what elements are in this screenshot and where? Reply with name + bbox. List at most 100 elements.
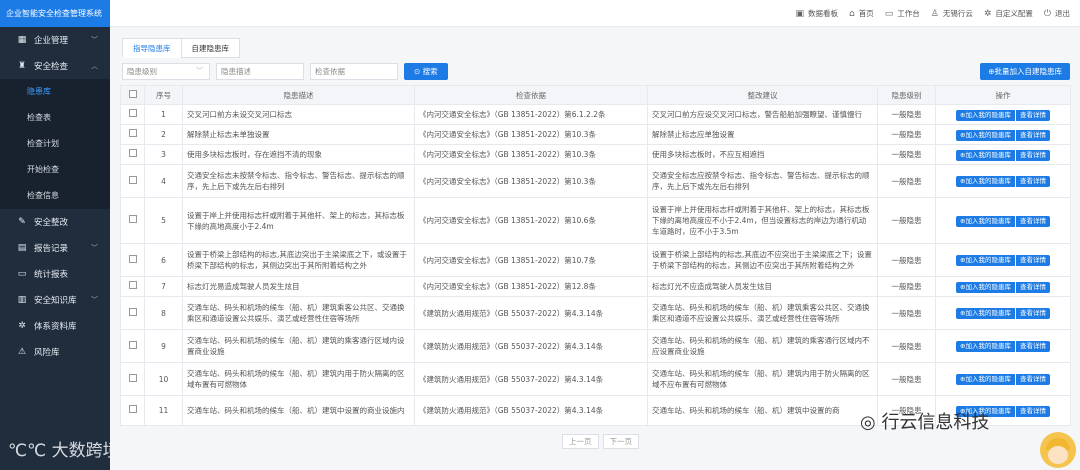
- add-to-my-library-button[interactable]: ⊕加入我的隐患库: [956, 150, 1015, 161]
- view-details-button[interactable]: 查看详情: [1014, 255, 1050, 266]
- view-details-button[interactable]: 查看详情: [1014, 308, 1050, 319]
- add-to-my-library-button[interactable]: ⊕加入我的隐患库: [956, 176, 1015, 187]
- table-row: 4 交通安全标志未按禁令标志、指令标志、警告标志、提示标志的顺序，先上后下或先左后…: [120, 164, 1071, 198]
- view-details-button[interactable]: 查看详情: [1014, 215, 1050, 227]
- select-all-checkbox[interactable]: [128, 90, 137, 98]
- row-action-group: ⊕加入我的隐患库 查看详情: [956, 109, 1050, 121]
- row-checkbox[interactable]: [128, 129, 137, 137]
- sidebar-item[interactable]: ⚠ 风险库: [0, 339, 110, 365]
- row-checkbox[interactable]: [128, 175, 137, 184]
- row-select-cell[interactable]: [120, 276, 145, 297]
- view-details-button[interactable]: 查看详情: [1014, 109, 1050, 121]
- row-checkbox[interactable]: [128, 215, 137, 223]
- avatar-face: [1048, 446, 1068, 464]
- view-details-button[interactable]: 查看详情: [1014, 176, 1050, 187]
- row-select-cell[interactable]: [120, 296, 145, 330]
- sidebar-item[interactable]: ▦ 企业管理 ﹀: [0, 27, 110, 53]
- col-header-basis: 检查依据: [414, 85, 648, 105]
- cell-no: 10: [144, 362, 183, 396]
- sidebar-subitem[interactable]: 隐患库: [0, 79, 110, 105]
- add-to-my-library-button[interactable]: ⊕加入我的隐患库: [956, 255, 1015, 266]
- row-select-cell[interactable]: [120, 124, 145, 145]
- sidebar-item[interactable]: ✲ 体系资料库: [0, 313, 110, 339]
- row-checkbox[interactable]: [128, 340, 137, 349]
- row-checkbox[interactable]: [128, 109, 137, 117]
- row-select-cell[interactable]: [120, 362, 145, 396]
- cell-desc: 交通车站、码头和机场的候车（船、机）建筑乘客公共区、交通换乘区和通道设置公共娱乐…: [182, 296, 415, 330]
- view-details-button[interactable]: 查看详情: [1014, 129, 1050, 141]
- next-page-button[interactable]: 下一页: [602, 434, 639, 449]
- row-select-cell[interactable]: [120, 144, 145, 165]
- add-to-my-library-button[interactable]: ⊕加入我的隐患库: [956, 216, 1015, 227]
- search-button-label: 搜索: [422, 67, 438, 76]
- sidebar-subitem[interactable]: 检查计划: [0, 131, 110, 157]
- row-checkbox[interactable]: [128, 254, 137, 263]
- row-select-cell[interactable]: [120, 104, 145, 125]
- row-checkbox[interactable]: [128, 307, 137, 316]
- add-to-my-library-button[interactable]: ⊕加入我的隐患库: [956, 282, 1015, 293]
- view-details-button[interactable]: 查看详情: [1014, 405, 1050, 417]
- row-select-cell[interactable]: [120, 197, 145, 244]
- row-checkbox[interactable]: [128, 373, 137, 382]
- header-action-gear[interactable]: ✲ 自定义配置: [984, 8, 1033, 19]
- col-header-desc: 隐患描述: [182, 85, 415, 105]
- batch-add-button[interactable]: ⊕批量加入自建隐患库: [980, 63, 1070, 80]
- row-checkbox[interactable]: [128, 281, 137, 289]
- cell-actions: ⊕加入我的隐患库 查看详情: [935, 329, 1071, 363]
- tab-custom-library[interactable]: 自建隐患库: [180, 38, 240, 58]
- add-to-my-library-button[interactable]: ⊕加入我的隐患库: [956, 110, 1015, 121]
- sidebar-item[interactable]: ✎ 安全整改: [0, 209, 110, 235]
- cell-advice: 交叉河口前方应设交叉河口标志，警告船舶加强瞭望、谨慎慢行: [647, 104, 878, 125]
- row-select-cell[interactable]: [120, 329, 145, 363]
- row-select-cell[interactable]: [120, 243, 145, 277]
- view-details-button[interactable]: 查看详情: [1014, 341, 1050, 352]
- prev-page-button[interactable]: 上一页: [562, 434, 599, 449]
- sidebar-nav: ▦ 企业管理 ﹀ ♜ 安全检查 ︿ 隐患库 检查表 检查计划 开始检查 检查信息 ✎ 安全整改 ▤ 报告记录…: [0, 27, 110, 365]
- row-action-group: ⊕加入我的隐患库 查看详情: [956, 215, 1050, 227]
- view-details-button[interactable]: 查看详情: [1014, 374, 1050, 385]
- cell-advice: 交通车站、码头和机场的候车（船、机）建筑内用于防火隔离的区域不应布置有可燃物体: [647, 362, 878, 396]
- sidebar-item[interactable]: ▤ 报告记录 ﹀: [0, 235, 110, 261]
- row-checkbox[interactable]: [128, 149, 137, 157]
- header-action-power[interactable]: ⏻ 退出: [1044, 8, 1070, 19]
- sidebar-item[interactable]: ▥ 安全知识库 ﹀: [0, 287, 110, 313]
- check-basis-input[interactable]: 检查依据: [310, 63, 398, 80]
- hazard-level-select[interactable]: 隐患级别 ﹀: [122, 63, 210, 80]
- add-to-my-library-button[interactable]: ⊕加入我的隐患库: [956, 308, 1015, 319]
- header-action-label: 首页: [858, 9, 874, 18]
- top-header: ▣ 数据看板 ⌂ 首页 ▭ 工作台 ♙ 无锡行云 ✲ 自定义配置 ⏻ 退出: [110, 0, 1080, 27]
- watermark-company-text: 行云信息科技: [881, 412, 990, 433]
- cell-level: 一般隐患: [877, 144, 936, 165]
- add-to-my-library-button[interactable]: ⊕加入我的隐患库: [956, 130, 1015, 141]
- add-to-my-library-button[interactable]: ⊕加入我的隐患库: [956, 374, 1015, 385]
- avatar: [1040, 432, 1076, 468]
- tab-guide-library[interactable]: 指导隐患库: [122, 38, 182, 58]
- sidebar-item[interactable]: ▭ 统计报表: [0, 261, 110, 287]
- cell-desc: 使用多块标志板时，存在遮挡不清的现象: [182, 144, 415, 165]
- view-details-button[interactable]: 查看详情: [1014, 149, 1050, 161]
- sidebar-subitem[interactable]: 检查表: [0, 105, 110, 131]
- cell-advice: 设置于岸上并使用标志杆或附着于其他杆、架上的标志，其标志板下缘的离地高度应不小于…: [647, 197, 878, 244]
- sidebar-subitem[interactable]: 检查信息: [0, 183, 110, 209]
- chevron-up-icon: ︿: [91, 62, 98, 70]
- sidebar-subitem[interactable]: 开始检查: [0, 157, 110, 183]
- row-action-group: ⊕加入我的隐患库 查看详情: [956, 281, 1050, 293]
- view-details-button[interactable]: 查看详情: [1014, 281, 1050, 293]
- sidebar-item-label: 安全整改: [34, 218, 69, 228]
- header-action-monitor[interactable]: ▭ 工作台: [885, 8, 920, 19]
- header-action-dashboard[interactable]: ▣ 数据看板: [796, 8, 839, 19]
- hazard-desc-input[interactable]: 隐患描述: [216, 63, 304, 80]
- header-action-home[interactable]: ⌂ 首页: [849, 8, 874, 19]
- select-all-header[interactable]: [120, 85, 145, 105]
- cell-actions: ⊕加入我的隐患库 查看详情: [935, 124, 1071, 145]
- row-checkbox[interactable]: [128, 405, 137, 413]
- cell-level: 一般隐患: [877, 243, 936, 277]
- row-select-cell[interactable]: [120, 395, 145, 426]
- search-button[interactable]: ⊙ 搜索: [404, 63, 448, 80]
- header-action-user[interactable]: ♙ 无锡行云: [931, 8, 973, 19]
- row-select-cell[interactable]: [120, 164, 145, 198]
- sidebar-item[interactable]: ♜ 安全检查 ︿: [0, 53, 110, 79]
- cell-desc: 交叉河口前方未设交叉河口标志: [182, 104, 415, 125]
- chevron-down-icon: ﹀: [91, 36, 98, 44]
- add-to-my-library-button[interactable]: ⊕加入我的隐患库: [956, 341, 1015, 352]
